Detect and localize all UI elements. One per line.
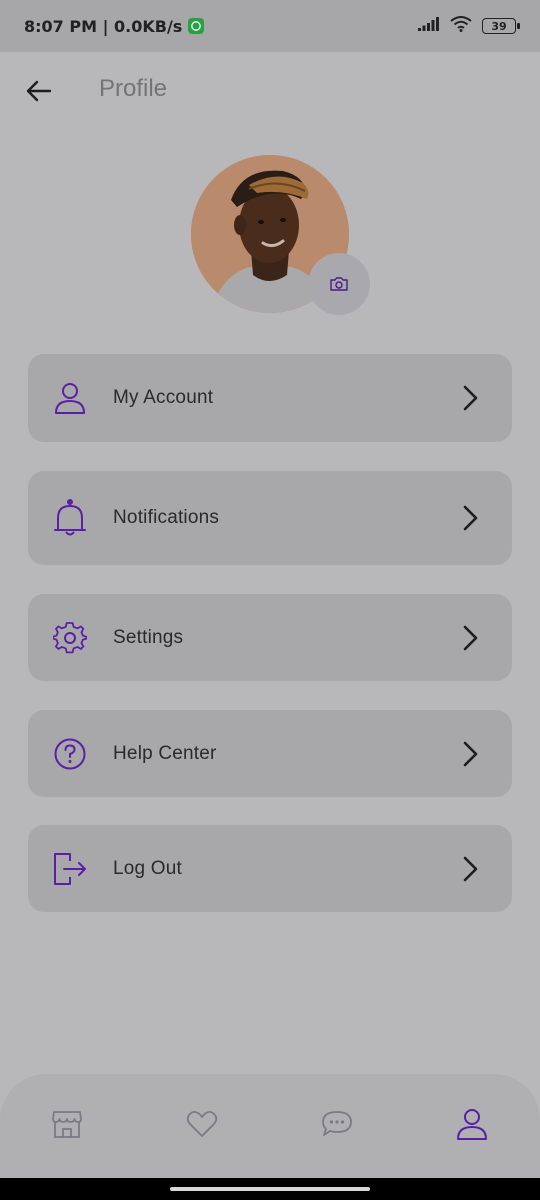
- wifi-icon: [450, 15, 472, 37]
- header: Profile: [0, 60, 540, 120]
- chevron-right-icon: [458, 853, 482, 885]
- status-time: 8:07 PM | 0.0KB/s: [24, 16, 183, 36]
- battery-icon: 39: [482, 18, 520, 34]
- bell-icon: [52, 499, 88, 536]
- chat-icon: [322, 1111, 352, 1136]
- user-icon: [52, 380, 88, 416]
- store-icon: [52, 1111, 82, 1138]
- menu-item-label: Help Center: [113, 742, 217, 764]
- nav-favorites-button[interactable]: [182, 1104, 222, 1144]
- camera-icon: [330, 277, 348, 291]
- menu-item-my-account[interactable]: My Account: [28, 354, 512, 442]
- system-gesture-bar: [0, 1178, 540, 1200]
- nav-profile-button[interactable]: [452, 1104, 492, 1144]
- profile-avatar-section: [191, 155, 370, 315]
- whatsapp-icon: [188, 18, 205, 34]
- change-photo-button[interactable]: [308, 253, 370, 315]
- help-icon: [52, 736, 88, 772]
- heart-icon: [186, 1110, 218, 1137]
- bottom-nav: [0, 1074, 540, 1178]
- menu-item-label: My Account: [113, 387, 214, 408]
- menu-item-label: Settings: [113, 626, 184, 648]
- menu-item-settings[interactable]: Settings: [28, 594, 512, 681]
- status-bar: 8:07 PM | 0.0KB/s 39: [0, 0, 540, 52]
- menu-item-label: Notifications: [113, 507, 220, 528]
- arrow-left-icon: [26, 80, 52, 102]
- chevron-right-icon: [458, 738, 482, 770]
- logout-icon: [52, 851, 88, 887]
- nav-store-button[interactable]: [47, 1104, 87, 1144]
- back-button[interactable]: [22, 74, 56, 108]
- menu-item-help-center[interactable]: Help Center: [28, 710, 512, 797]
- menu-item-notifications[interactable]: Notifications: [28, 471, 512, 565]
- nav-messages-button[interactable]: [317, 1104, 357, 1144]
- signal-icon: [418, 16, 440, 36]
- chevron-right-icon: [458, 502, 482, 534]
- user-icon: [457, 1109, 487, 1140]
- menu-item-log-out[interactable]: Log Out: [28, 825, 512, 912]
- status-indicators: 39: [418, 15, 520, 37]
- gear-icon: [52, 620, 88, 656]
- page-title: Profile: [99, 75, 168, 102]
- chevron-right-icon: [458, 622, 482, 654]
- home-indicator[interactable]: [170, 1187, 370, 1191]
- chevron-right-icon: [458, 382, 482, 414]
- battery-level: 39: [491, 19, 507, 33]
- menu-item-label: Log Out: [113, 857, 183, 879]
